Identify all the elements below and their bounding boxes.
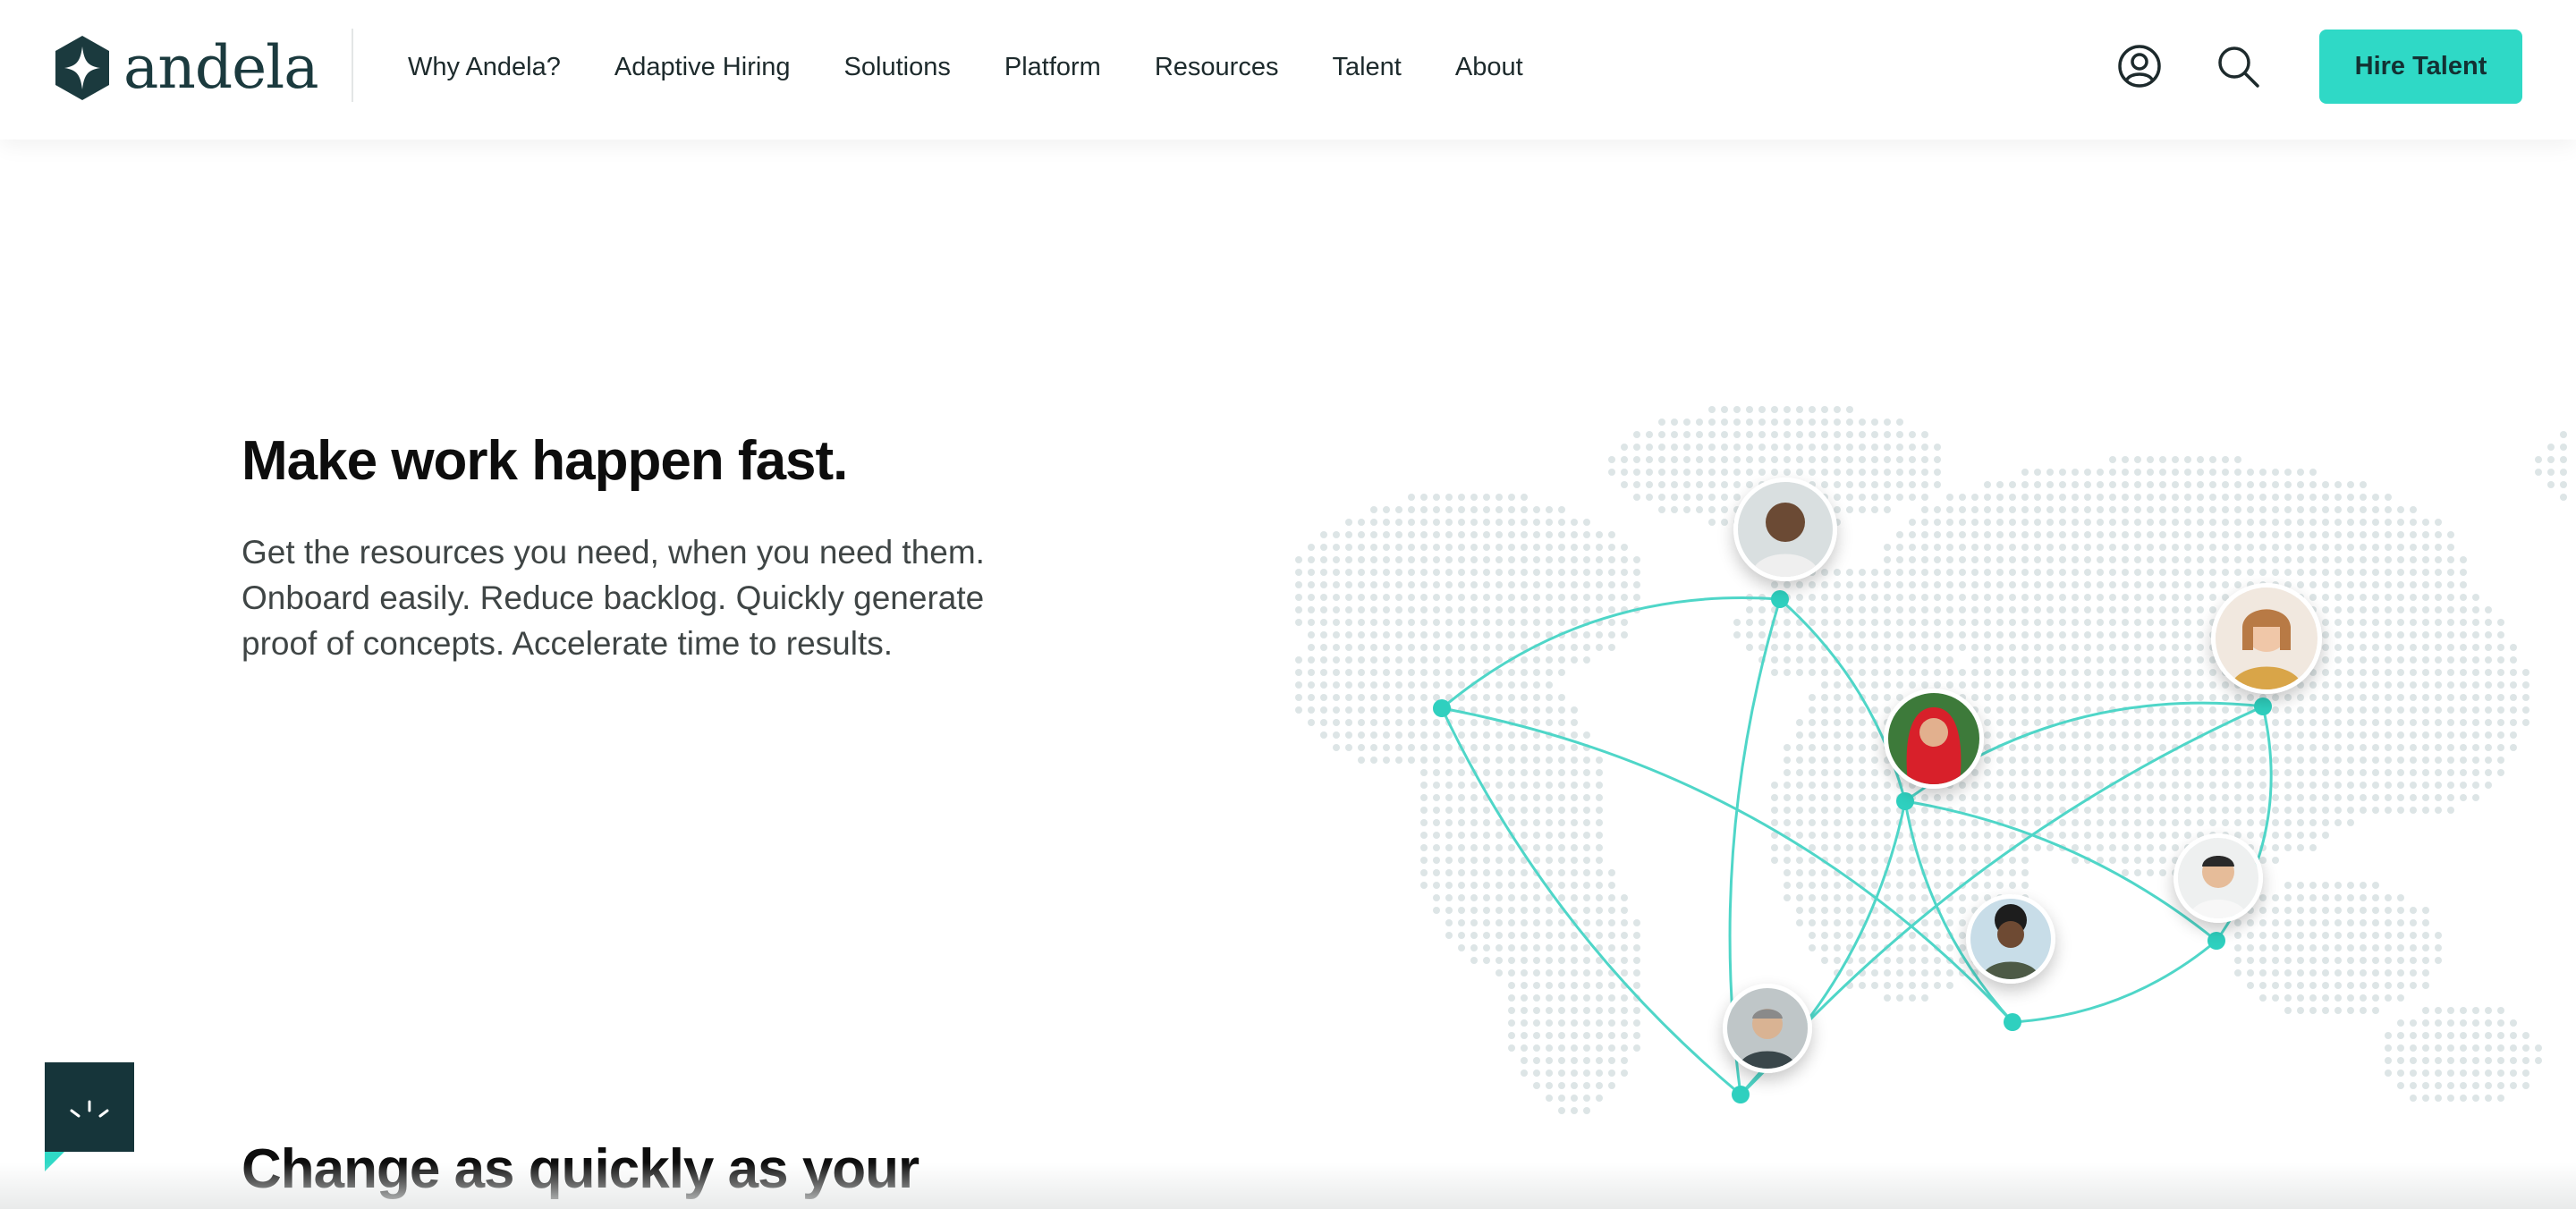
nav-item-solutions[interactable]: Solutions <box>844 53 951 82</box>
hero-title: Make work happen fast. <box>242 430 848 492</box>
talent-avatar-2 <box>2211 583 2322 694</box>
logo-wordmark: andela <box>123 33 319 102</box>
talent-network-map <box>1279 358 2576 1209</box>
site-header: andela Why Andela? Adaptive Hiring Solut… <box>0 0 2576 140</box>
nav-item-resources[interactable]: Resources <box>1155 53 1279 82</box>
talent-avatar-6 <box>1723 984 1812 1073</box>
main-nav: Why Andela? Adaptive Hiring Solutions Pl… <box>408 0 1577 134</box>
next-section-title: Change as quickly as your <box>242 1138 919 1200</box>
nav-item-talent[interactable]: Talent <box>1332 53 1401 82</box>
hire-talent-button[interactable]: Hire Talent <box>2319 30 2522 104</box>
nav-item-adaptive-hiring[interactable]: Adaptive Hiring <box>614 53 791 82</box>
talent-avatar-3 <box>1884 689 1984 789</box>
header-divider <box>352 29 353 102</box>
andela-star-logo-icon <box>55 36 109 100</box>
chat-widget-tail <box>45 1152 64 1171</box>
talent-avatar-4 <box>2174 833 2263 923</box>
hero-description: Get the resources you need, when you nee… <box>242 534 985 662</box>
nav-item-about[interactable]: About <box>1455 53 1523 82</box>
search-icon[interactable] <box>2213 41 2263 91</box>
talent-avatar-1 <box>1733 478 1837 581</box>
chat-spark-icon <box>70 1100 109 1118</box>
nav-item-platform[interactable]: Platform <box>1004 53 1101 82</box>
andela-logo[interactable]: andela <box>52 32 319 104</box>
nav-item-why-andela[interactable]: Why Andela? <box>408 53 561 82</box>
user-circle-icon[interactable] <box>2114 41 2165 91</box>
talent-avatar-5 <box>1966 894 2055 984</box>
chat-widget-button[interactable] <box>45 1062 134 1152</box>
